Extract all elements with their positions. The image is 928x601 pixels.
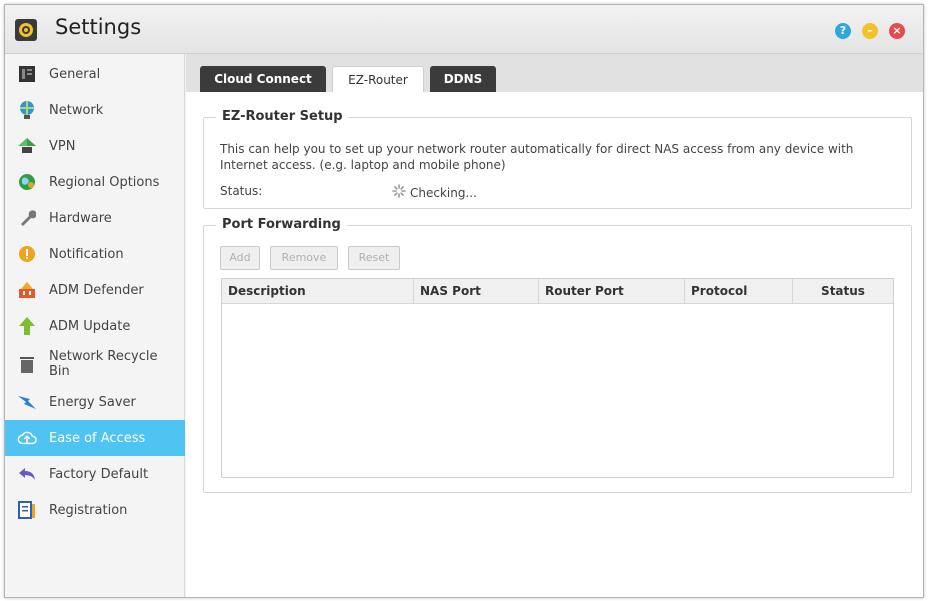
sidebar-item-adm-defender[interactable]: ADM Defender: [5, 272, 185, 308]
sidebar-item-label: Notification: [49, 246, 124, 262]
tab-cloud-connect[interactable]: Cloud Connect: [200, 66, 326, 92]
sidebar-item-energy-saver[interactable]: Energy Saver: [5, 384, 185, 420]
sidebar-item-label: ADM Defender: [49, 282, 144, 298]
sidebar-item-label: Hardware: [49, 210, 112, 226]
column-description[interactable]: Description: [222, 279, 414, 304]
ez-router-setup-group: EZ-Router Setup This can help you to set…: [203, 109, 912, 209]
port-forwarding-legend: Port Forwarding: [216, 217, 347, 232]
defender-icon: [17, 280, 37, 300]
remove-button[interactable]: Remove: [270, 246, 338, 270]
reset-button[interactable]: Reset: [348, 246, 400, 270]
sidebar-item-label: General: [49, 66, 101, 82]
sidebar-item-vpn[interactable]: VPN: [5, 128, 185, 164]
sidebar-item-network[interactable]: Network: [5, 92, 185, 128]
notification-icon: [17, 244, 37, 264]
sidebar-item-regional-options[interactable]: Regional Options: [5, 164, 185, 200]
general-icon: [17, 64, 37, 84]
title-bar: Settings ? – ×: [5, 5, 923, 54]
close-button[interactable]: ×: [889, 23, 905, 39]
settings-gear-icon: [15, 19, 37, 41]
sidebar-item-adm-update[interactable]: ADM Update: [5, 308, 185, 344]
close-icon: ×: [892, 24, 902, 37]
sidebar-item-label: Ease of Access: [49, 430, 146, 446]
ez-router-setup-legend: EZ-Router Setup: [216, 109, 349, 124]
update-arrow-icon: [17, 316, 37, 336]
column-status[interactable]: Status: [793, 279, 893, 304]
help-button[interactable]: ?: [835, 23, 851, 39]
status-label: Status:: [220, 184, 263, 198]
sidebar-item-label: Network Recycle Bin: [49, 349, 158, 379]
hardware-wrench-icon: [17, 208, 37, 228]
sidebar-item-hardware[interactable]: Hardware: [5, 200, 185, 236]
energy-saver-icon: [17, 392, 37, 412]
sidebar-item-label: VPN: [49, 138, 76, 154]
column-nas-port[interactable]: NAS Port: [414, 279, 539, 304]
tab-strip: Cloud Connect EZ-Router DDNS: [186, 54, 923, 92]
table-header: Description NAS Port Router Port Protoco…: [222, 279, 893, 304]
tab-ddns[interactable]: DDNS: [430, 66, 496, 92]
column-protocol[interactable]: Protocol: [685, 279, 793, 304]
sidebar-item-factory-default[interactable]: Factory Default: [5, 456, 185, 492]
status-text: Checking...: [410, 185, 477, 200]
sidebar-item-general[interactable]: General: [5, 56, 185, 92]
help-icon: ?: [839, 24, 847, 37]
recycle-bin-icon: [17, 354, 37, 374]
sidebar-item-registration[interactable]: Registration: [5, 492, 185, 528]
ez-router-description: This can help you to set up your network…: [220, 142, 854, 172]
network-globe-icon: [17, 100, 37, 120]
sidebar-item-label: Factory Default: [49, 466, 149, 482]
port-forwarding-group: Port Forwarding Add Remove Reset Descrip…: [203, 217, 912, 493]
regional-globe-icon: [17, 172, 37, 192]
minimize-icon: –: [867, 24, 873, 37]
status-value: Checking...: [392, 184, 477, 201]
sidebar-item-notification[interactable]: Notification: [5, 236, 185, 272]
column-router-port[interactable]: Router Port: [539, 279, 685, 304]
content-panel: Cloud Connect EZ-Router DDNS EZ-Router S…: [186, 54, 923, 597]
loading-spinner-icon: [392, 184, 406, 201]
cloud-icon: [17, 428, 37, 448]
sidebar-item-ease-of-access[interactable]: Ease of Access: [5, 420, 185, 456]
sidebar-item-label: Network: [49, 102, 104, 118]
sidebar-item-label: Energy Saver: [49, 394, 136, 410]
port-forwarding-table: Description NAS Port Router Port Protoco…: [221, 278, 894, 478]
registration-icon: [17, 500, 37, 520]
tab-ez-router[interactable]: EZ-Router: [332, 66, 424, 92]
undo-arrow-icon: [17, 464, 37, 484]
minimize-button[interactable]: –: [862, 23, 878, 39]
settings-window: Settings ? – × General Network VPN Regio…: [4, 4, 924, 598]
sidebar: General Network VPN Regional Options Har…: [5, 54, 185, 597]
sidebar-item-network-recycle-bin[interactable]: Network Recycle Bin: [5, 346, 185, 382]
add-button[interactable]: Add: [220, 246, 260, 270]
sidebar-item-label: Registration: [49, 502, 128, 518]
window-title: Settings: [55, 15, 142, 39]
sidebar-item-label: ADM Update: [49, 318, 131, 334]
sidebar-item-label: Regional Options: [49, 174, 160, 190]
vpn-icon: [17, 136, 37, 156]
